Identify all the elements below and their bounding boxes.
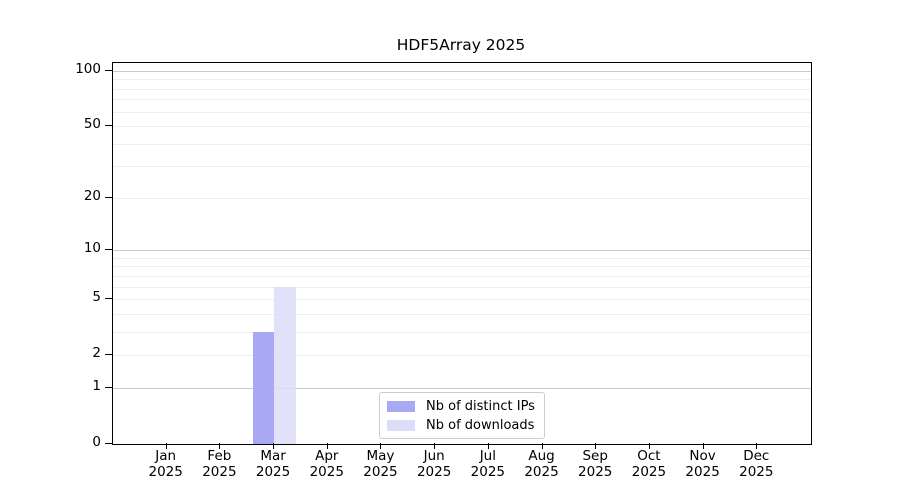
gridline-minor (113, 143, 811, 145)
legend-swatch-icon (387, 401, 415, 412)
gridline-minor (113, 88, 811, 90)
y-axis-tick (105, 70, 112, 71)
year-label: 2025 (578, 463, 613, 480)
bar-downloads (274, 286, 296, 444)
gridline-minor (113, 313, 811, 315)
year-label: 2025 (202, 463, 237, 480)
y-axis-tick (105, 443, 112, 444)
x-axis-tick-label: Apr 2025 (299, 448, 355, 480)
month-label: Dec (743, 448, 770, 464)
y-axis-tick-label: 10 (83, 240, 101, 257)
legend-item: Nb of distinct IPs (387, 397, 544, 416)
x-axis-tick-label: Nov 2025 (675, 448, 731, 480)
month-label: Aug (528, 448, 555, 464)
month-label: Oct (637, 448, 661, 464)
year-label: 2025 (309, 463, 344, 480)
y-axis-tick-label: 20 (83, 187, 101, 204)
gridline-major (113, 250, 811, 252)
gridline-minor (113, 99, 811, 101)
month-label: Jan (155, 448, 177, 464)
x-axis-tick-label: Aug 2025 (514, 448, 570, 480)
gridline-minor (113, 257, 811, 259)
chart-title: HDF5Array 2025 (396, 36, 526, 54)
year-label: 2025 (739, 463, 774, 480)
gridline-minor (113, 266, 811, 268)
month-label: Sep (582, 448, 608, 464)
year-label: 2025 (363, 463, 398, 480)
year-label: 2025 (255, 463, 291, 480)
gridline-minor (113, 79, 811, 81)
gridline-minor (113, 355, 811, 357)
x-axis-tick-label: Dec 2025 (728, 448, 784, 480)
x-axis-tick-label: Jun 2025 (406, 448, 462, 480)
gridline-minor (113, 286, 811, 288)
gridline-major (113, 71, 811, 72)
y-axis-tick (105, 125, 112, 127)
legend-item: Nb of downloads (387, 416, 544, 435)
gridline-minor (113, 111, 811, 113)
y-axis-tick-label: 0 (92, 434, 101, 450)
year-label: 2025 (148, 463, 183, 480)
year-label: 2025 (631, 463, 667, 480)
month-label: Jul (479, 448, 496, 464)
y-axis-tick (105, 249, 112, 251)
y-axis-tick (105, 354, 112, 356)
year-label: 2025 (470, 463, 506, 480)
legend-item-label: Nb of downloads (426, 418, 535, 433)
bar-distinct-ips (252, 331, 275, 444)
figure: HDF5Array 2025 Nb of distinct IPs Nb of d… (0, 0, 900, 500)
y-axis-tick (105, 298, 112, 300)
x-axis-tick-label: Mar 2025 (245, 448, 301, 480)
gridline-minor (113, 166, 811, 168)
y-axis-tick-label: 1 (92, 377, 101, 394)
month-label: May (366, 448, 395, 464)
gridline-minor (113, 299, 811, 301)
gridline-minor (113, 197, 811, 199)
year-label: 2025 (524, 463, 559, 480)
legend: Nb of distinct IPs Nb of downloads (379, 392, 545, 439)
y-axis-tick-label: 50 (83, 116, 101, 133)
month-label: Nov (689, 448, 716, 464)
x-axis-tick-label: Feb 2025 (191, 448, 247, 480)
y-axis-tick (105, 386, 112, 388)
gridline-minor (113, 275, 811, 277)
month-label: Feb (207, 448, 232, 464)
gridline-minor (113, 331, 811, 333)
x-axis-tick-label: Jan 2025 (138, 448, 194, 480)
legend-swatch-icon (387, 420, 415, 431)
y-axis-tick (105, 196, 112, 198)
year-label: 2025 (416, 463, 452, 480)
year-label: 2025 (685, 463, 720, 480)
month-label: Jun (423, 448, 445, 464)
gridline-minor (113, 126, 811, 128)
y-axis-tick-label: 100 (75, 61, 101, 77)
x-axis-tick-label: Oct 2025 (621, 448, 677, 480)
x-axis-tick-label: May 2025 (352, 448, 408, 480)
y-axis-tick-label: 2 (92, 345, 101, 362)
y-axis-tick-label: 5 (92, 289, 101, 306)
x-axis-tick-label: Sep 2025 (567, 448, 623, 480)
month-label: Apr (315, 448, 339, 464)
month-label: Mar (260, 448, 286, 464)
plot-area (112, 62, 812, 445)
gridline-major (113, 387, 811, 389)
x-axis-tick-label: Jul 2025 (460, 448, 516, 480)
legend-item-label: Nb of distinct IPs (426, 399, 535, 414)
